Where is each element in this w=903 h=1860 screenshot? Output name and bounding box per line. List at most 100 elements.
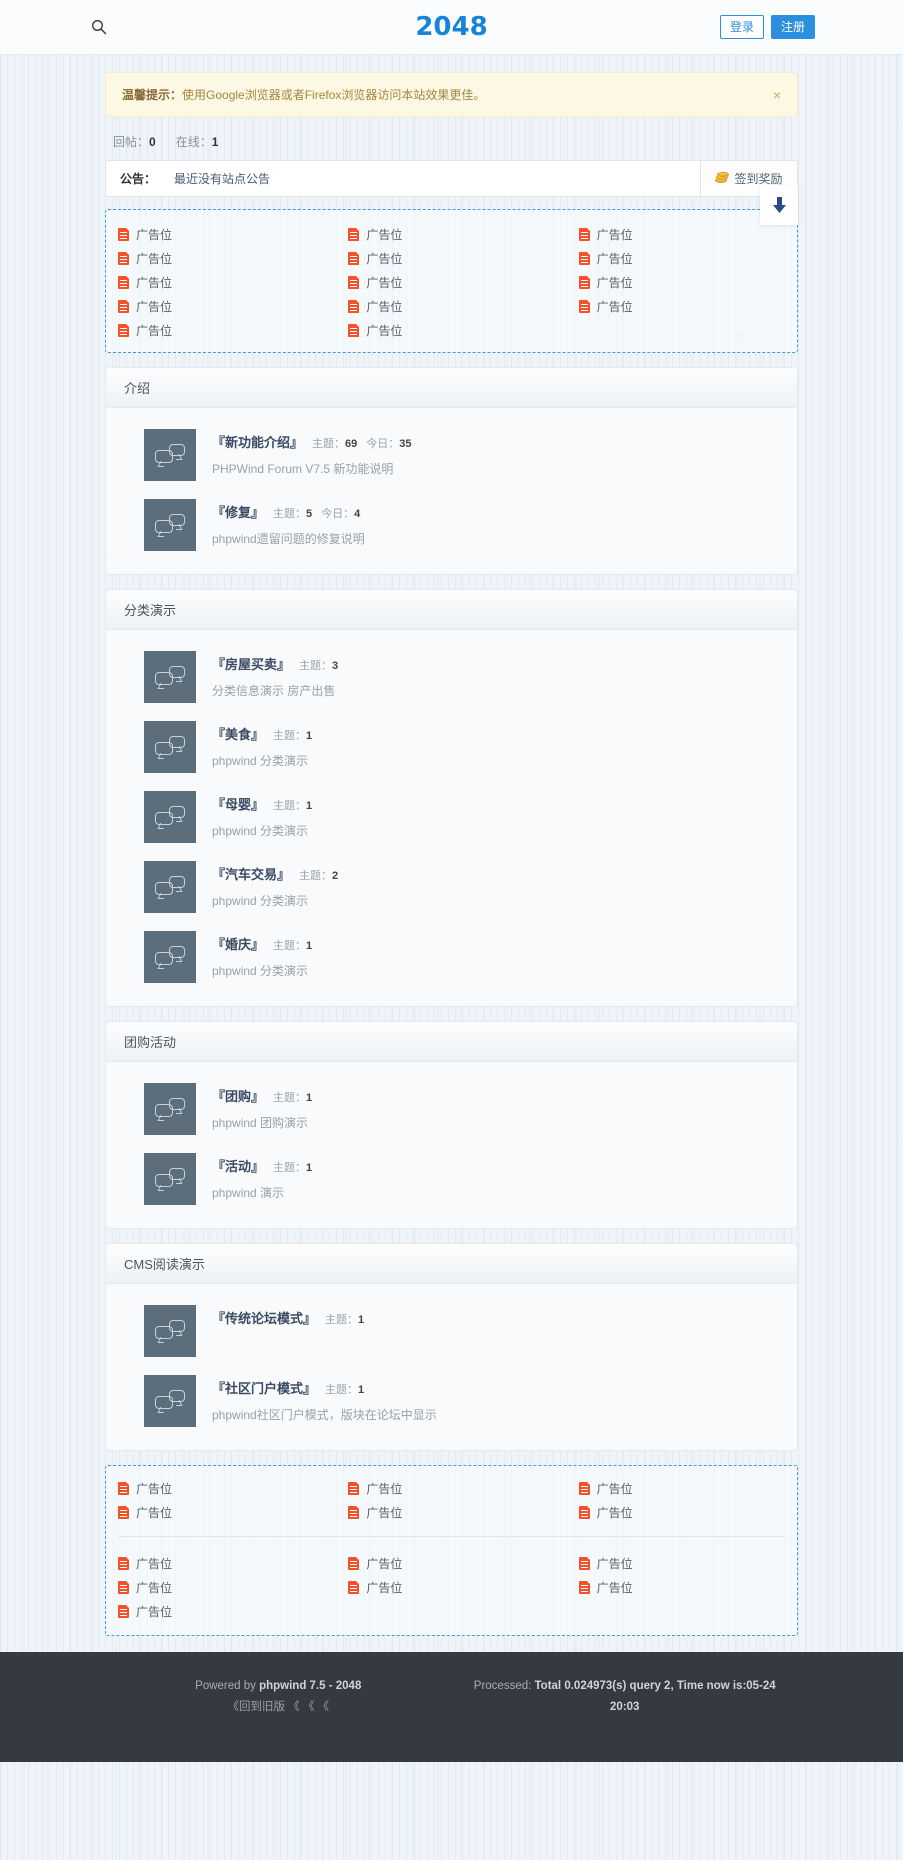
document-icon xyxy=(578,275,590,289)
forum-stat: 主题：1 xyxy=(273,937,312,953)
ad-slot[interactable]: 广告位 xyxy=(118,1575,336,1599)
forum-name-link[interactable]: 『修复』 xyxy=(212,502,264,521)
forum-name-link[interactable]: 『汽车交易』 xyxy=(212,864,290,883)
forum-panel-title: 团购活动 xyxy=(106,1022,797,1062)
ad-slot[interactable]: 广告位 xyxy=(578,1476,797,1500)
register-button[interactable]: 注册 xyxy=(770,15,815,39)
forum-stat-value: 4 xyxy=(354,508,361,520)
forum-info: 『婚庆』 主题：1 phpwind 分类演示 xyxy=(212,931,312,979)
ad-slot-label: 广告位 xyxy=(366,275,403,290)
forum-panel-title: 分类演示 xyxy=(106,590,797,630)
announcement-text[interactable]: 最近没有站点公告 xyxy=(174,170,270,187)
forum-stat-label: 主题： xyxy=(273,1162,307,1174)
ad-column: 广告位 广告位 广告位 广告位 广告位 xyxy=(336,222,566,342)
login-button[interactable]: 登录 xyxy=(719,15,764,39)
ad-slot[interactable]: 广告位 xyxy=(118,270,336,294)
document-icon xyxy=(348,1505,360,1519)
ad-slot[interactable]: 广告位 xyxy=(348,1575,566,1599)
forum-name-link[interactable]: 『团购』 xyxy=(212,1086,264,1105)
forum-stat-label: 今日： xyxy=(321,508,355,520)
ad-slot[interactable]: 广告位 xyxy=(118,1476,336,1500)
forum-panel: 团购活动『团购』 主题：1 phpwind 团购演示 『活动』 主题：1 phpwind … xyxy=(105,1021,798,1229)
ad-slot[interactable]: 广告位 xyxy=(348,294,566,318)
ad-slot[interactable]: 广告位 xyxy=(578,246,797,270)
forum-name-link[interactable]: 『传统论坛模式』 xyxy=(212,1308,316,1327)
close-icon[interactable]: × xyxy=(773,88,781,102)
ad-slot[interactable]: 广告位 xyxy=(348,246,566,270)
forum-info: 『美食』 主题：1 phpwind 分类演示 xyxy=(212,721,312,769)
forum-board-icon xyxy=(144,931,196,983)
document-icon xyxy=(348,1556,360,1570)
ad-column: 广告位 广告位 广告位 xyxy=(106,1551,336,1623)
forum-description: phpwind社区门户模式，版块在论坛中显示 xyxy=(212,1408,437,1422)
forum-panel-title: 介绍 xyxy=(106,368,797,408)
ad-slot[interactable]: 广告位 xyxy=(118,1599,336,1623)
forum-name-link[interactable]: 『美食』 xyxy=(212,724,264,743)
forum-name-link[interactable]: 『房屋买卖』 xyxy=(212,654,290,673)
ad-slot[interactable]: 广告位 xyxy=(118,318,336,342)
forum-stat: 今日：4 xyxy=(321,505,360,521)
ad-slot[interactable]: 广告位 xyxy=(348,318,566,342)
document-icon xyxy=(578,1481,590,1495)
forum-name-link[interactable]: 『社区门户模式』 xyxy=(212,1378,316,1397)
forum-name-link[interactable]: 『婚庆』 xyxy=(212,934,264,953)
footer-processed-line: Processed: Total 0.024973(s) query 2, Ti… xyxy=(452,1676,799,1697)
site-stats: 回帖：0 在线：1 xyxy=(105,117,798,160)
ad-slot[interactable]: 广告位 xyxy=(578,294,797,318)
forum-title-line: 『活动』 主题：1 xyxy=(212,1156,312,1175)
forum-name-link[interactable]: 『母婴』 xyxy=(212,794,264,813)
forum-stat-value: 1 xyxy=(306,940,313,952)
forum-title-line: 『房屋买卖』 主题：3 xyxy=(212,654,338,673)
ad-column: 广告位 广告位 xyxy=(336,1476,566,1524)
forum-stat-value: 69 xyxy=(345,438,358,450)
ad-slot-label: 广告位 xyxy=(366,1505,403,1520)
search-icon[interactable] xyxy=(88,16,110,38)
forum-stat: 主题：3 xyxy=(299,657,338,673)
ad-slot[interactable]: 广告位 xyxy=(348,1500,566,1524)
ad-slot[interactable]: 广告位 xyxy=(348,1551,566,1575)
scroll-down-button[interactable] xyxy=(760,185,798,225)
forum-description: phpwind遗留问题的修复说明 xyxy=(212,532,365,546)
ad-slot[interactable]: 广告位 xyxy=(118,246,336,270)
reply-label: 回帖： xyxy=(113,135,150,149)
ad-block-top: 广告位 广告位 广告位 广告位 广告位 广告位 广告位 广告位 广告位 广告位 广告位 广告位 广告… xyxy=(105,209,798,353)
forum-row[interactable]: 『汽车交易』 主题：2 phpwind 分类演示 xyxy=(106,852,797,922)
ad-slot[interactable]: 广告位 xyxy=(118,1500,336,1524)
processed-time-value: 20:03 xyxy=(610,1701,640,1713)
speech-bubbles-icon xyxy=(155,806,185,828)
ad-slot[interactable]: 广告位 xyxy=(578,1500,797,1524)
ad-slot[interactable]: 广告位 xyxy=(578,222,797,246)
speech-bubbles-icon xyxy=(155,1320,185,1342)
ad-slot[interactable]: 广告位 xyxy=(348,1476,566,1500)
announcement-content[interactable]: 公告： 最近没有站点公告 xyxy=(106,161,700,196)
ad-slot[interactable]: 广告位 xyxy=(578,1575,797,1599)
ad-slot[interactable]: 广告位 xyxy=(348,222,566,246)
ad-slot[interactable]: 广告位 xyxy=(348,270,566,294)
forum-name-link[interactable]: 『新功能介绍』 xyxy=(212,432,303,451)
forum-row[interactable]: 『传统论坛模式』 主题：1 xyxy=(106,1296,797,1366)
forum-row[interactable]: 『房屋买卖』 主题：3 分类信息演示 房产出售 xyxy=(106,642,797,712)
forum-row[interactable]: 『社区门户模式』 主题：1 phpwind社区门户模式，版块在论坛中显示 xyxy=(106,1366,797,1436)
ad-slot-label: 广告位 xyxy=(136,1481,173,1496)
speech-bubbles-icon xyxy=(155,736,185,758)
ad-slot[interactable]: 广告位 xyxy=(118,1551,336,1575)
forum-row[interactable]: 『团购』 主题：1 phpwind 团购演示 xyxy=(106,1074,797,1144)
forum-stat-value: 35 xyxy=(399,438,412,450)
forum-row[interactable]: 『新功能介绍』 主题：69 今日：35 PHPWind Forum V7.5 新功能说… xyxy=(106,420,797,490)
forum-row[interactable]: 『母婴』 主题：1 phpwind 分类演示 xyxy=(106,782,797,852)
ad-slot-label: 广告位 xyxy=(136,275,173,290)
ad-slot[interactable]: 广告位 xyxy=(118,222,336,246)
ad-slot-label: 广告位 xyxy=(596,1556,633,1571)
forum-row[interactable]: 『修复』 主题：5 今日：4 phpwind遗留问题的修复说明 xyxy=(106,490,797,560)
old-version-link[interactable]: 《回到旧版 《 《 《 xyxy=(105,1697,452,1718)
forum-row[interactable]: 『婚庆』 主题：1 phpwind 分类演示 xyxy=(106,922,797,992)
ad-slot[interactable]: 广告位 xyxy=(578,1551,797,1575)
forum-row[interactable]: 『美食』 主题：1 phpwind 分类演示 xyxy=(106,712,797,782)
ad-slot[interactable]: 广告位 xyxy=(118,294,336,318)
forum-row[interactable]: 『活动』 主题：1 phpwind 演示 xyxy=(106,1144,797,1214)
ad-slot[interactable]: 广告位 xyxy=(578,270,797,294)
forum-name-link[interactable]: 『活动』 xyxy=(212,1156,264,1175)
notice-text: 使用Google浏览器或者Firefox浏览器访问本站效果更佳。 xyxy=(182,88,486,102)
forum-stat-value: 5 xyxy=(306,508,313,520)
document-icon xyxy=(118,299,129,313)
